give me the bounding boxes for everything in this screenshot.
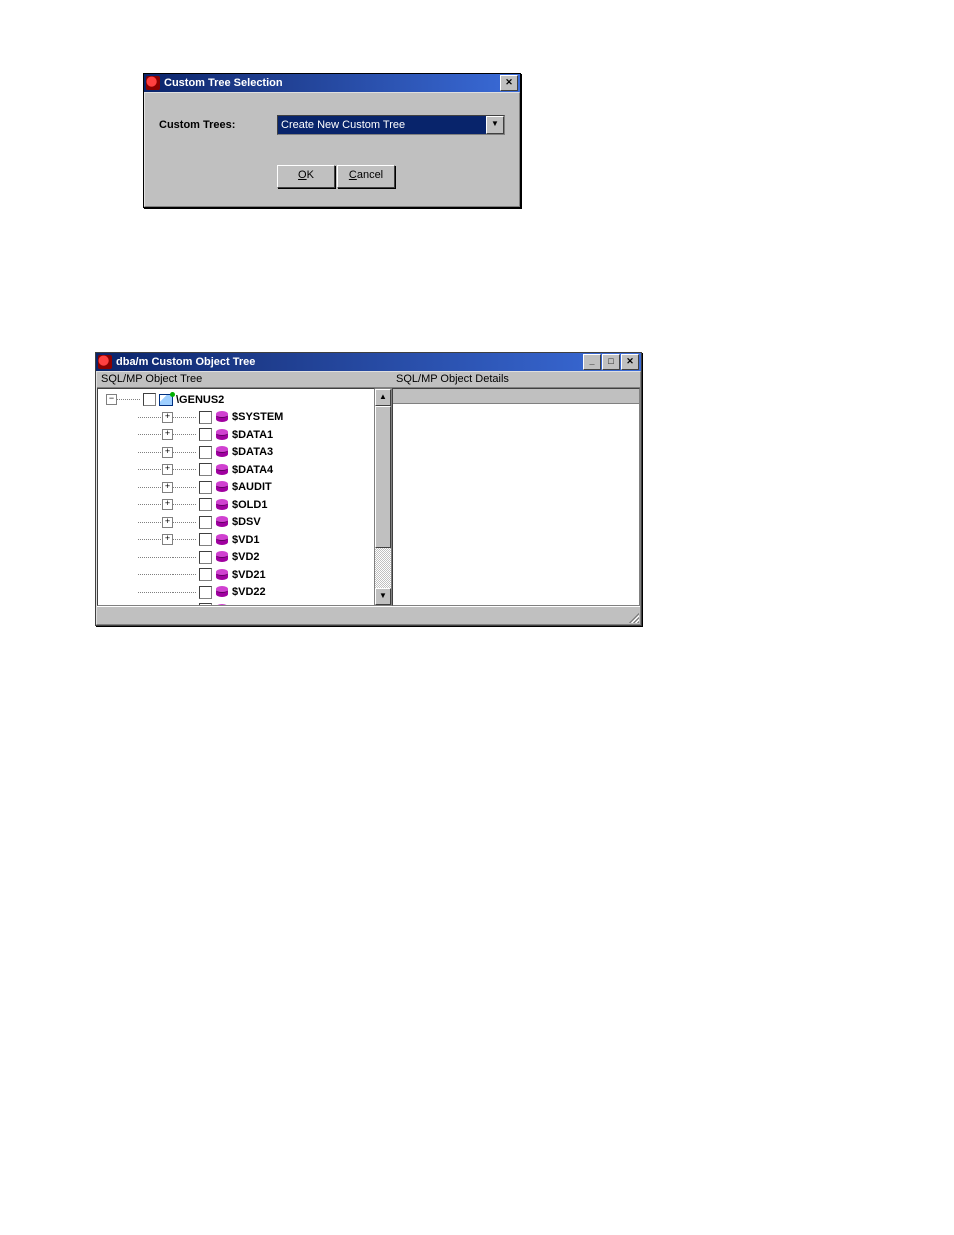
- tree-node[interactable]: + $DATA3: [106, 444, 374, 462]
- expand-icon[interactable]: +: [162, 534, 173, 545]
- minimize-icon[interactable]: _: [583, 354, 601, 370]
- tree-node-label: $DSV: [232, 516, 261, 528]
- right-pane-header: SQL/MP Object Details: [392, 372, 640, 388]
- custom-tree-combo-input[interactable]: [278, 116, 486, 134]
- tree-node[interactable]: $VD21: [106, 566, 374, 584]
- tree-node-label: $VD21: [232, 569, 266, 581]
- disk-icon: [215, 481, 229, 493]
- collapse-icon[interactable]: −: [106, 394, 117, 405]
- details-viewport[interactable]: [392, 388, 640, 606]
- window-title: dba/m Custom Object Tree: [116, 356, 583, 368]
- ok-button[interactable]: OK: [277, 165, 335, 188]
- tree-root[interactable]: − \GENUS2: [106, 391, 374, 409]
- tree-node-label: $VD2: [232, 551, 260, 563]
- expand-icon[interactable]: +: [162, 412, 173, 423]
- checkbox[interactable]: [143, 393, 156, 406]
- tree-node-label: $SYSTEM: [232, 411, 283, 423]
- size-grip-icon[interactable]: [626, 610, 639, 623]
- tree-node-label: $OLD1: [232, 499, 267, 511]
- tree-node-label: \GENUS2: [176, 394, 224, 406]
- expand-icon[interactable]: +: [162, 464, 173, 475]
- close-icon[interactable]: ✕: [500, 75, 518, 91]
- checkbox[interactable]: [199, 568, 212, 581]
- app-icon: [98, 355, 112, 369]
- disk-icon: [215, 499, 229, 511]
- object-tree-pane: SQL/MP Object Tree − \GENUS2 + $SYSTEM + $D…: [97, 372, 392, 606]
- disk-icon: [215, 516, 229, 528]
- close-icon[interactable]: ✕: [621, 354, 639, 370]
- tree-node[interactable]: + $DATA1: [106, 426, 374, 444]
- window-titlebar[interactable]: dba/m Custom Object Tree _ □ ✕: [96, 353, 641, 371]
- custom-trees-label: Custom Trees:: [159, 119, 277, 131]
- disk-icon: [215, 534, 229, 546]
- tree-node-label: $AUDIT: [232, 481, 272, 493]
- checkbox[interactable]: [199, 498, 212, 511]
- tree-node[interactable]: + $OLD1: [106, 496, 374, 514]
- scroll-up-icon[interactable]: ▲: [375, 389, 391, 406]
- checkbox[interactable]: [199, 411, 212, 424]
- scroll-down-icon[interactable]: ▼: [375, 588, 391, 605]
- checkbox[interactable]: [199, 586, 212, 599]
- left-pane-header: SQL/MP Object Tree: [97, 372, 392, 388]
- tree-node-label: $VD22: [232, 586, 266, 598]
- dialog-titlebar[interactable]: Custom Tree Selection ✕: [144, 74, 520, 92]
- statusbar: [97, 606, 640, 624]
- tree-node[interactable]: + $SYSTEM: [106, 409, 374, 427]
- expand-icon[interactable]: +: [162, 499, 173, 510]
- disk-icon: [215, 411, 229, 423]
- expand-icon[interactable]: +: [162, 429, 173, 440]
- tree-viewport[interactable]: − \GENUS2 +$SYSTEM+$DATA1+$DATA3+$DATA4+…: [97, 388, 375, 606]
- checkbox[interactable]: [199, 428, 212, 441]
- tree-node[interactable]: $VD22: [106, 584, 374, 602]
- checkbox[interactable]: [199, 463, 212, 476]
- disk-icon: [215, 586, 229, 598]
- tree-node-label: $DATA3: [232, 446, 273, 458]
- expand-icon[interactable]: +: [162, 482, 173, 493]
- details-column-header[interactable]: [393, 389, 639, 404]
- checkbox[interactable]: [199, 516, 212, 529]
- checkbox[interactable]: [199, 481, 212, 494]
- tree-node[interactable]: + $VD1: [106, 531, 374, 549]
- scrollbar-thumb[interactable]: [375, 406, 391, 548]
- checkbox[interactable]: [199, 446, 212, 459]
- checkbox[interactable]: [199, 533, 212, 546]
- vertical-scrollbar[interactable]: ▲ ▼: [375, 388, 392, 606]
- tree-node[interactable]: + $AUDIT: [106, 479, 374, 497]
- checkbox[interactable]: [199, 551, 212, 564]
- chevron-down-icon[interactable]: ▼: [486, 116, 504, 134]
- disk-icon: [215, 464, 229, 476]
- cancel-button[interactable]: Cancel: [337, 165, 395, 188]
- system-icon: [159, 394, 173, 406]
- tree-node-label: $DATA4: [232, 464, 273, 476]
- tree-node[interactable]: + $DSV: [106, 514, 374, 532]
- object-details-pane: SQL/MP Object Details: [392, 372, 640, 606]
- custom-object-tree-window: dba/m Custom Object Tree _ □ ✕ SQL/MP Ob…: [95, 352, 642, 626]
- custom-tree-combo[interactable]: ▼: [277, 115, 505, 135]
- disk-icon: [215, 551, 229, 563]
- expand-icon[interactable]: +: [162, 447, 173, 458]
- app-icon: [146, 76, 160, 90]
- disk-icon: [215, 429, 229, 441]
- tree-node-label: $DATA1: [232, 429, 273, 441]
- dialog-title: Custom Tree Selection: [164, 77, 500, 89]
- tree-node[interactable]: $VD2: [106, 549, 374, 567]
- maximize-icon[interactable]: □: [602, 354, 620, 370]
- scrollbar-track[interactable]: [375, 406, 391, 588]
- tree-node-label: $VD1: [232, 534, 260, 546]
- disk-icon: [215, 446, 229, 458]
- custom-tree-selection-dialog: Custom Tree Selection ✕ Custom Trees: ▼ …: [143, 73, 521, 208]
- disk-icon: [215, 569, 229, 581]
- expand-icon[interactable]: +: [162, 517, 173, 528]
- tree-node[interactable]: + $DATA4: [106, 461, 374, 479]
